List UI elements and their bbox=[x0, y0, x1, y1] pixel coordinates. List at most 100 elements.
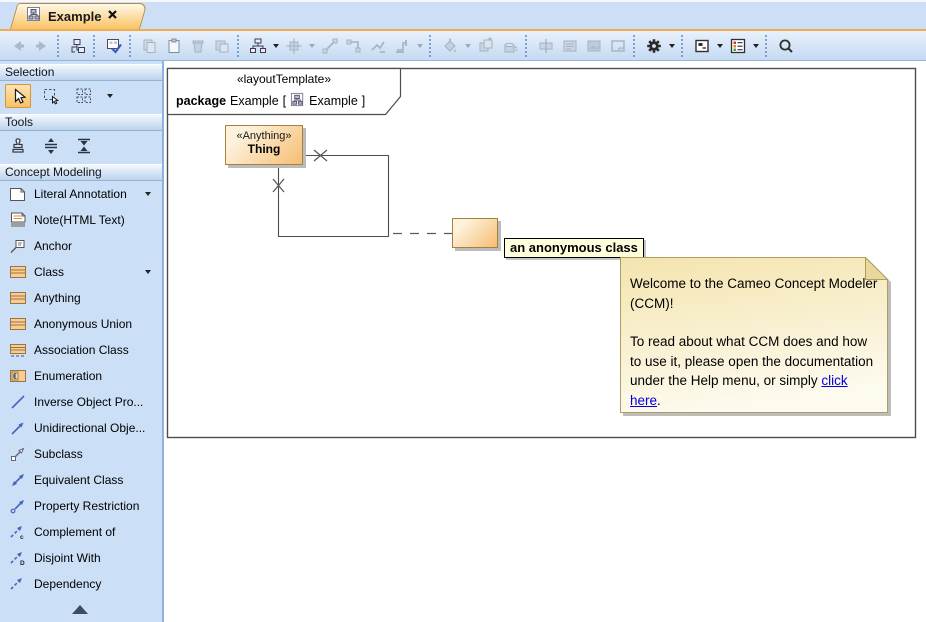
note-resize-button[interactable] bbox=[558, 34, 582, 58]
diagram-ref-icon bbox=[290, 92, 305, 110]
chevron-down-icon[interactable] bbox=[145, 192, 151, 196]
palette-section-concept-modeling: Concept Modeling bbox=[0, 164, 162, 181]
vertical-distribute-tool-button[interactable] bbox=[38, 134, 64, 158]
palette-item-anonymous-union[interactable]: Anonymous Union bbox=[0, 311, 162, 337]
diagram-icon bbox=[26, 6, 42, 27]
draw-line-button[interactable] bbox=[318, 34, 342, 58]
diagram-ref-name: Example bbox=[309, 94, 358, 108]
options-dropdown-caret[interactable] bbox=[669, 44, 675, 48]
legend-dropdown-caret[interactable] bbox=[753, 44, 759, 48]
toolbar-separator bbox=[681, 35, 685, 57]
palette-item-class[interactable]: Class bbox=[0, 259, 162, 285]
equivalent-arrow-icon bbox=[8, 472, 27, 489]
palette-item-enumeration[interactable]: Enumeration bbox=[0, 363, 162, 389]
align-button[interactable] bbox=[282, 34, 306, 58]
layout-button[interactable] bbox=[246, 34, 270, 58]
dashed-arrow-icon: c bbox=[8, 524, 27, 541]
palette-section-selection: Selection bbox=[0, 64, 162, 81]
svg-text:D: D bbox=[20, 560, 25, 566]
anonymous-class-shape[interactable] bbox=[452, 218, 498, 248]
diagram-windows-button[interactable] bbox=[690, 34, 714, 58]
class-icon bbox=[8, 264, 27, 281]
palette-item-subclass[interactable]: Subclass bbox=[0, 441, 162, 467]
toolbar-separator bbox=[129, 35, 133, 57]
palette-item-literal-annotation[interactable]: Literal Annotation bbox=[0, 181, 162, 207]
note-paragraph-1: Welcome to the Cameo Concept Modeler (CC… bbox=[630, 274, 880, 313]
toolbar-separator bbox=[93, 35, 97, 57]
palette-item-inverse-object-property[interactable]: Inverse Object Pro... bbox=[0, 389, 162, 415]
tab-title: Example bbox=[48, 9, 101, 24]
palette-item-note-html-text[interactable]: Note(HTML Text) bbox=[0, 207, 162, 233]
palette-item-property-restriction[interactable]: Property Restriction bbox=[0, 493, 162, 519]
legend-button[interactable] bbox=[726, 34, 750, 58]
draw-path-button[interactable] bbox=[342, 34, 366, 58]
reroute-dropdown-caret[interactable] bbox=[417, 44, 423, 48]
toolbar-separator bbox=[633, 35, 637, 57]
package-keyword: package bbox=[176, 94, 226, 108]
reroute-button[interactable] bbox=[390, 34, 414, 58]
palette-item-unidirectional-object-property[interactable]: Unidirectional Obje... bbox=[0, 415, 162, 441]
frame-button[interactable] bbox=[606, 34, 630, 58]
enumeration-icon bbox=[8, 368, 27, 385]
diagram-tab-bar: Example bbox=[0, 0, 926, 31]
image-shape-button[interactable] bbox=[582, 34, 606, 58]
dashed-arrow-icon bbox=[8, 576, 27, 593]
marquee-select-tool-button[interactable] bbox=[38, 84, 64, 108]
palette-item-anything[interactable]: Anything bbox=[0, 285, 162, 311]
association-class-icon bbox=[8, 342, 27, 359]
note-paragraph-2: To read about what CCM does and how to u… bbox=[630, 332, 880, 410]
back-button[interactable] bbox=[6, 34, 30, 58]
paste-button[interactable] bbox=[162, 34, 186, 58]
options-gear-button[interactable] bbox=[642, 34, 666, 58]
diagram-windows-dropdown-caret[interactable] bbox=[717, 44, 723, 48]
anonymous-class-label[interactable]: an anonymous class bbox=[504, 238, 644, 258]
dashed-arrow-icon: D bbox=[8, 550, 27, 567]
toolbar-separator bbox=[765, 35, 769, 57]
tab-close-icon[interactable] bbox=[107, 7, 118, 25]
palette-item-complement-of[interactable]: c Complement of bbox=[0, 519, 162, 545]
diagram-overview-button[interactable] bbox=[102, 34, 126, 58]
tab-example[interactable]: Example bbox=[10, 3, 140, 29]
select-tool-button[interactable] bbox=[5, 84, 31, 108]
line-icon bbox=[8, 394, 27, 411]
selection-dropdown-caret[interactable] bbox=[107, 94, 113, 98]
class-name: Thing bbox=[226, 142, 302, 156]
oblique-path-button[interactable] bbox=[366, 34, 390, 58]
layout-dropdown-caret[interactable] bbox=[273, 44, 279, 48]
subclass-arrow-icon bbox=[8, 446, 27, 463]
search-button[interactable] bbox=[774, 34, 798, 58]
delete-button[interactable] bbox=[186, 34, 210, 58]
palette-item-dependency[interactable]: Dependency bbox=[0, 571, 162, 597]
toolbar-separator bbox=[429, 35, 433, 57]
association-loop-line[interactable] bbox=[279, 156, 389, 237]
forward-button[interactable] bbox=[30, 34, 54, 58]
diagram-canvas[interactable]: «layoutTemplate» package Example [ Examp… bbox=[164, 61, 926, 622]
stamp-tool-button[interactable] bbox=[5, 134, 31, 158]
fill-color-dropdown-caret[interactable] bbox=[465, 44, 471, 48]
bring-to-front-button[interactable] bbox=[474, 34, 498, 58]
align-dropdown-caret[interactable] bbox=[309, 44, 315, 48]
palette-item-disjoint-with[interactable]: D Disjoint With bbox=[0, 545, 162, 571]
application-window: Example bbox=[0, 0, 926, 622]
copy-button[interactable] bbox=[138, 34, 162, 58]
palette-item-association-class[interactable]: Association Class bbox=[0, 337, 162, 363]
toolbar-separator bbox=[57, 35, 61, 57]
anchor-icon bbox=[8, 238, 27, 255]
chevron-down-icon[interactable] bbox=[145, 270, 151, 274]
clear-formatting-button[interactable] bbox=[498, 34, 522, 58]
note-text: Welcome to the Cameo Concept Modeler (CC… bbox=[630, 274, 880, 410]
containment-tree-button[interactable] bbox=[66, 34, 90, 58]
vertical-compress-tool-button[interactable] bbox=[71, 134, 97, 158]
class-thing[interactable]: «Anything» Thing bbox=[225, 125, 303, 165]
same-width-button[interactable] bbox=[534, 34, 558, 58]
fill-color-button[interactable] bbox=[438, 34, 462, 58]
welcome-note[interactable]: Welcome to the Cameo Concept Modeler (CC… bbox=[620, 257, 888, 413]
paste-with-layout-button[interactable] bbox=[210, 34, 234, 58]
palette-item-anchor[interactable]: Anchor bbox=[0, 233, 162, 259]
palette-item-equivalent-class[interactable]: Equivalent Class bbox=[0, 467, 162, 493]
package-header-label: package Example [ Example ] bbox=[176, 92, 365, 110]
main-toolbar bbox=[0, 31, 926, 61]
palette-scroll-up-arrow[interactable] bbox=[72, 605, 88, 614]
class-icon bbox=[8, 316, 27, 333]
multi-select-tool-button[interactable] bbox=[71, 84, 97, 108]
